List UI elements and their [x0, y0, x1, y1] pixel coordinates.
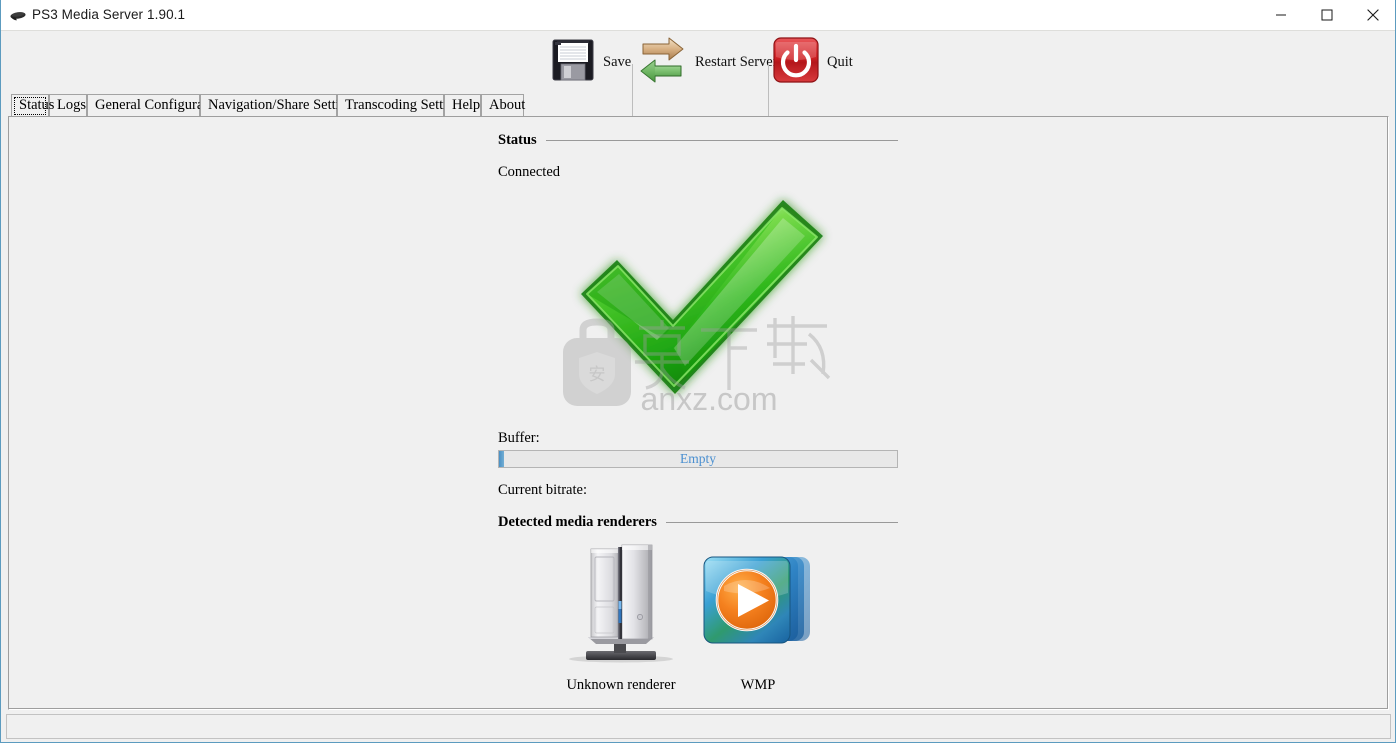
- refresh-arrows-icon: [636, 34, 688, 91]
- save-label: Save: [603, 53, 632, 70]
- application-window: PS3 Media Server 1.90.1 Save Restart Ser…: [0, 0, 1396, 743]
- tab-help[interactable]: Help: [444, 94, 481, 116]
- status-section-header: Status: [498, 132, 898, 149]
- restart-server-button[interactable]: Restart Server: [636, 31, 778, 93]
- quit-label: Quit: [827, 53, 853, 70]
- current-bitrate-label: Current bitrate:: [498, 482, 587, 498]
- connection-state-label: Connected: [498, 164, 561, 180]
- status-section-title: Status: [498, 132, 537, 148]
- tab-logs[interactable]: Logs: [49, 94, 87, 116]
- floppy-disk-icon: [550, 37, 596, 88]
- windows-media-player-icon: [683, 533, 833, 673]
- minimize-button[interactable]: [1258, 0, 1304, 30]
- status-bar: [6, 714, 1391, 739]
- renderers-section-header: Detected media renderers: [498, 514, 898, 531]
- buffer-label: Buffer:: [498, 430, 540, 446]
- buffer-progress-text: Empty: [680, 451, 716, 466]
- restart-server-label: Restart Server: [695, 53, 778, 70]
- close-button[interactable]: [1350, 0, 1395, 30]
- tab-label: About: [489, 97, 526, 113]
- quit-button[interactable]: Quit: [772, 31, 853, 93]
- section-divider: [665, 522, 898, 523]
- ps3-logo-icon: [9, 8, 27, 24]
- save-button[interactable]: Save: [550, 31, 631, 93]
- tab-about[interactable]: About: [481, 94, 526, 116]
- tab-navigation-share-settings[interactable]: Navigation/Share Settings: [200, 94, 360, 116]
- tab-bar: Status Logs General Configuration Naviga…: [2, 94, 1395, 118]
- watermark: 安 anxz.com: [563, 316, 831, 417]
- tab-label: Logs: [57, 97, 86, 113]
- power-button-icon: [772, 36, 820, 89]
- renderer-name: WMP: [740, 677, 776, 693]
- tab-label: Status: [19, 97, 55, 113]
- renderer-name: Unknown renderer: [566, 677, 676, 693]
- renderer-item[interactable]: WMP: [683, 533, 833, 694]
- watermark-text: anxz.com: [641, 381, 778, 417]
- green-checkmark-icon: 安 anxz.com: [561, 188, 841, 423]
- tab-general-configuration[interactable]: General Configuration: [87, 94, 226, 116]
- buffer-progress-bar[interactable]: Empty: [498, 450, 898, 468]
- desktop-tower-icon: [546, 533, 696, 673]
- tab-transcoding-settings[interactable]: Transcoding Settings: [337, 94, 467, 116]
- tab-status[interactable]: Status: [11, 94, 54, 116]
- main-toolbar: Save Restart Server Quit: [2, 31, 1395, 116]
- renderer-item[interactable]: Unknown renderer: [546, 533, 696, 694]
- section-divider: [545, 140, 898, 141]
- title-bar: PS3 Media Server 1.90.1: [1, 0, 1395, 31]
- tab-label: Help: [452, 97, 481, 113]
- svg-text:安: 安: [589, 365, 606, 385]
- window-title: PS3 Media Server 1.90.1: [32, 7, 186, 22]
- maximize-button[interactable]: [1304, 0, 1350, 30]
- renderers-section-title: Detected media renderers: [498, 514, 657, 530]
